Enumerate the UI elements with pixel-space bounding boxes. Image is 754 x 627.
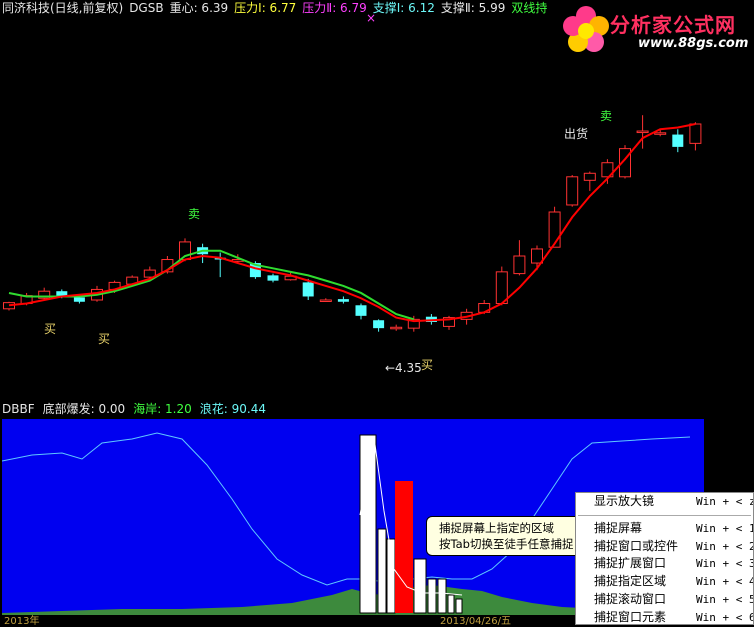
- sell-signal-label: 卖: [188, 207, 200, 221]
- logo-url: www.88gs.com: [638, 36, 749, 51]
- candle-body: [390, 326, 403, 330]
- menu-item-show-magnifier[interactable]: 显示放大镜 Win + < z: [576, 493, 753, 511]
- candle-body: [583, 172, 596, 181]
- flower-icon: [563, 6, 609, 52]
- candle-body: [636, 130, 649, 134]
- zhongxin-value: 重心: 6.39: [169, 1, 229, 15]
- main-candlestick-chart[interactable]: 卖卖买买买出货←4.35×: [0, 0, 754, 400]
- candle-body: [654, 132, 667, 135]
- capture-tooltip: 捕捉屏幕上指定的区域 按Tab切换至徒手任意捕捉: [426, 516, 584, 556]
- menu-separator: [578, 514, 751, 516]
- candle-body: [373, 320, 385, 329]
- shuangxian-label: 双线持: [511, 1, 548, 15]
- candle-body: [672, 134, 684, 147]
- buy-signal-label: 买: [98, 332, 110, 346]
- menu-item-capture-screen[interactable]: 捕捉屏幕 Win + < 1: [576, 520, 753, 538]
- dibu-red-bar: [395, 481, 413, 613]
- capture-context-menu: 显示放大镜 Win + < z 捕捉屏幕 Win + < 1 捕捉窗口或控件 Win …: [575, 492, 754, 625]
- menu-item-capture-extended-window[interactable]: 捕捉扩展窗口 Win + < 3: [576, 555, 753, 573]
- stock-title: 同济科技(日线,前复权): [2, 1, 124, 15]
- chuhuo-label: 出货: [564, 126, 588, 141]
- buy-signal-label: 买: [421, 358, 433, 372]
- candle-body: [73, 297, 85, 302]
- lower-indicator-name: DBBF: [2, 402, 35, 416]
- zhicheng1-value: 支撑Ⅰ: 6.12: [372, 1, 435, 15]
- haian-value: 海岸: 1.20: [133, 402, 192, 416]
- low-price-marker: ←4.35: [385, 361, 422, 375]
- candle-body: [531, 248, 543, 264]
- dibu-value: 底部爆发: 0.00: [42, 402, 126, 416]
- candle-body: [302, 282, 314, 297]
- langhua-value: 浪花: 90.44: [199, 402, 266, 416]
- candle-body: [513, 255, 526, 275]
- lower-indicator-legend: DBBF 底部爆发: 0.00 海岸: 1.20 浪花: 90.44: [2, 401, 274, 417]
- candle-body: [267, 275, 279, 281]
- candle-body: [566, 176, 579, 206]
- candle-body: [355, 305, 367, 316]
- indicator-legend: 同济科技(日线,前复权) DGSB 重心: 6.39 压力Ⅰ: 6.77 压力Ⅱ: 6.…: [2, 0, 553, 16]
- buy-signal-label: 买: [44, 322, 56, 336]
- indicator-name: DGSB: [129, 1, 164, 15]
- yali1-value: 压力Ⅰ: 6.77: [234, 1, 297, 15]
- menu-item-capture-window[interactable]: 捕捉窗口或控件 Win + < 2: [576, 538, 753, 556]
- logo-title: 分析家公式网: [610, 13, 736, 37]
- green-trend-line: [8, 249, 415, 321]
- yali2-value: 压力Ⅱ: 6.79: [302, 1, 367, 15]
- site-logo: 分析家公式网 www.88gs.com: [560, 4, 754, 56]
- candle-body: [319, 299, 332, 302]
- menu-item-capture-element[interactable]: 捕捉窗口元素 Win + < 6: [576, 609, 753, 624]
- zhicheng2-value: 支撑Ⅱ: 5.99: [440, 1, 506, 15]
- tooltip-line2: 按Tab切换至徒手任意捕捉: [439, 537, 574, 551]
- sell-signal-label: 卖: [600, 109, 612, 123]
- menu-item-capture-scrolling[interactable]: 捕捉滚动窗口 Win + < 5: [576, 591, 753, 609]
- candle-body: [689, 123, 702, 144]
- menu-item-capture-region[interactable]: 捕捉指定区域 Win + < 4: [576, 573, 753, 591]
- candle-body: [337, 299, 349, 302]
- tooltip-line1: 捕捉屏幕上指定的区域: [439, 521, 554, 535]
